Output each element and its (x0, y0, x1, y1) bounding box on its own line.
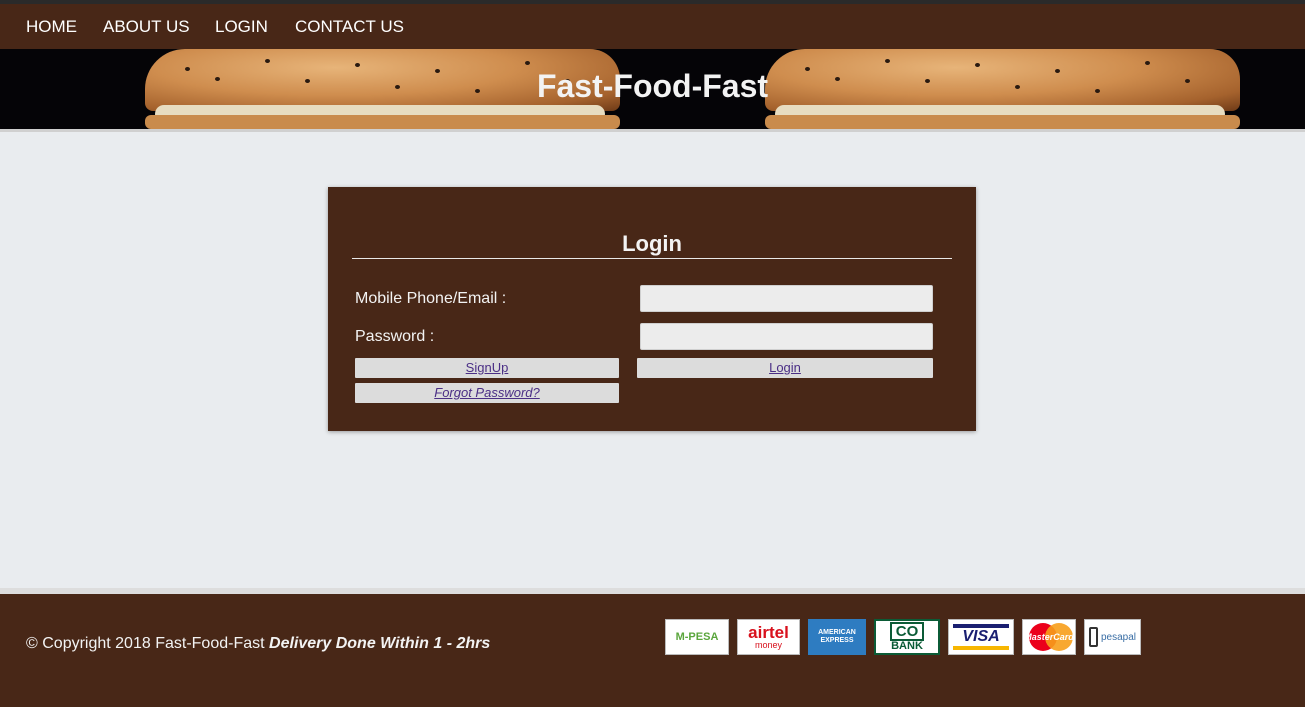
nav-about-us-link[interactable]: ABOUT US (103, 17, 190, 37)
airtel-money-logo: airtel money (737, 619, 800, 655)
mpesa-logo-text: M-PESA (675, 631, 719, 643)
coop-logo-text: CO (889, 622, 925, 641)
identity-label: Mobile Phone/Email : (355, 290, 507, 307)
visa-logo-text: VISA (962, 628, 1000, 645)
american-express-logo: AMERICAN EXPRESS (808, 619, 866, 655)
signup-button[interactable]: SignUp (355, 358, 619, 378)
pesapal-logo: pesapal (1084, 619, 1141, 655)
visa-logo: VISA (948, 619, 1014, 655)
pesapal-logo-text: pesapal (1101, 631, 1137, 643)
top-navbar: HOME ABOUT US LOGIN CONTACT US (0, 0, 1305, 49)
amex-logo-text: AMERICAN EXPRESS (818, 629, 856, 644)
mastercard-logo: MasterCard (1022, 619, 1076, 655)
login-card: Login Mobile Phone/Email : Password : Si… (328, 187, 976, 431)
forgot-password-button[interactable]: Forgot Password? (355, 383, 619, 403)
login-button[interactable]: Login (637, 358, 933, 378)
copyright-text: © Copyright 2018 Fast-Food-Fast Delivery… (26, 635, 490, 653)
airtel-logo-text: airtel (748, 623, 789, 642)
coop-logo-sub: BANK (891, 640, 923, 652)
nav-login-link[interactable]: LOGIN (215, 17, 268, 37)
identity-input[interactable] (640, 285, 933, 312)
copyright-label: © Copyright 2018 Fast-Food-Fast (26, 635, 265, 652)
mpesa-logo: M-PESA (665, 619, 729, 655)
footer: © Copyright 2018 Fast-Food-Fast Delivery… (0, 594, 1305, 707)
airtel-logo-sub: money (754, 640, 782, 650)
mastercard-logo-text: MasterCard (1024, 632, 1074, 642)
site-title: Fast-Food-Fast (536, 68, 769, 104)
banner-divider (0, 129, 1305, 132)
password-input[interactable] (640, 323, 933, 350)
nav-home-link[interactable]: HOME (26, 17, 77, 37)
login-heading: Login (622, 231, 682, 256)
nav-contact-us-link[interactable]: CONTACT US (295, 17, 404, 37)
delivery-tagline: Delivery Done Within 1 - 2hrs (269, 635, 491, 652)
password-label: Password : (355, 328, 435, 345)
header-banner: Fast-Food-Fast (0, 49, 1305, 129)
co-op-bank-logo: CO BANK (874, 619, 940, 655)
heading-divider (352, 258, 952, 259)
